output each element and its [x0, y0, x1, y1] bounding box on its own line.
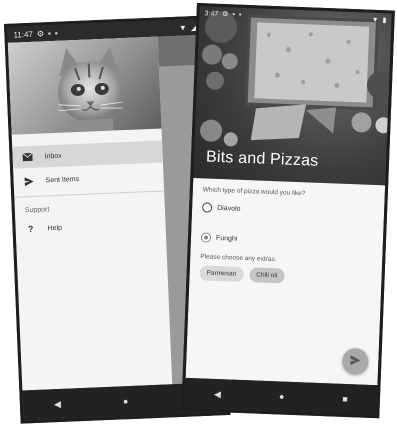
radio-label: Funghi	[215, 234, 238, 243]
help-icon: ?	[27, 223, 34, 235]
back-button[interactable]: ◀	[214, 388, 221, 399]
send-fab[interactable]	[341, 347, 369, 375]
status-time: 11:47	[13, 29, 34, 40]
drawer-item-label: Sent Items	[45, 175, 80, 184]
extras-label: Please choose any extras:	[200, 253, 277, 264]
drawer-item-sent-items[interactable]: Sent Items	[13, 164, 164, 192]
navigation-drawer: Inbox Sent Items Support ? Help	[7, 36, 173, 391]
drawer-item-label: Inbox	[44, 152, 62, 160]
sd-card-icon: ▪	[232, 10, 236, 18]
chip-chili-oil[interactable]: Chili oil	[248, 267, 285, 284]
right-phone: Bits and Pizzas 3:47 ⚙ ▪ ▪ ▼ ▮ Which typ…	[181, 3, 395, 419]
home-button[interactable]: ●	[279, 391, 285, 401]
radio-button[interactable]	[201, 202, 213, 213]
order-form: Which type of pizza would you like? Diav…	[185, 177, 386, 386]
drawer-header	[7, 36, 162, 135]
radio-label: Diavolo	[217, 204, 241, 213]
system-nav-bar: ◀ ● ■	[184, 377, 378, 416]
android-icon: ▪	[54, 28, 58, 38]
send-icon	[350, 355, 361, 367]
home-button[interactable]: ●	[123, 396, 129, 406]
drawer-item-label: Help	[47, 224, 63, 232]
drawer-item-help[interactable]: ? Help	[15, 212, 166, 240]
extras-chips: Parmesan Chili oil	[199, 265, 371, 287]
android-icon: ▪	[238, 11, 242, 19]
radio-option-diavolo[interactable]: Diavolo	[201, 199, 374, 222]
pizza-hero-image: Bits and Pizzas	[193, 6, 392, 186]
send-icon	[23, 176, 34, 186]
radio-button[interactable]	[200, 232, 212, 243]
radio-option-funghi[interactable]: Funghi	[200, 229, 373, 252]
pizza-question: Which type of pizza would you like?	[202, 186, 306, 198]
wifi-icon: ▼	[371, 16, 379, 24]
gear-icon: ⚙	[222, 10, 229, 19]
kitten-image	[57, 46, 123, 133]
wifi-icon: ▼	[178, 22, 187, 33]
status-time: 3:47	[204, 9, 219, 18]
recents-button[interactable]: ■	[342, 394, 348, 404]
gear-icon: ⚙	[36, 28, 45, 39]
chip-parmesan[interactable]: Parmesan	[199, 265, 244, 282]
sd-card-icon: ▪	[47, 28, 52, 38]
back-button[interactable]: ◀	[54, 398, 61, 409]
battery-icon: ▮	[382, 17, 387, 25]
mail-icon	[22, 152, 33, 162]
